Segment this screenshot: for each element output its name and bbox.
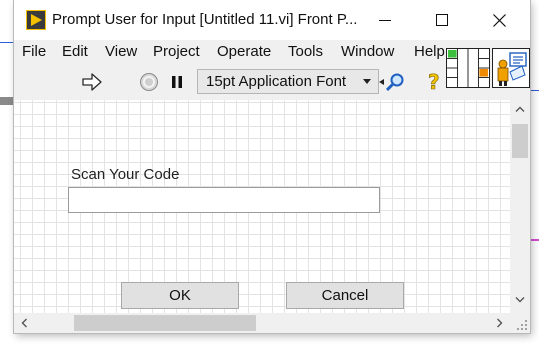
font-select-dropdown[interactable]: 15pt Application Font <box>197 69 379 94</box>
maximize-icon <box>436 14 448 26</box>
menu-help[interactable]: Help <box>414 43 446 60</box>
menu-view[interactable]: View <box>105 43 137 60</box>
ok-button[interactable]: OK <box>121 282 239 309</box>
abort-execution-icon[interactable] <box>139 72 159 92</box>
svg-text:?: ? <box>428 70 440 94</box>
scroll-up-button[interactable] <box>510 100 530 118</box>
background-line-fragment <box>530 90 539 91</box>
menu-window[interactable]: Window <box>341 43 394 60</box>
pause-icon[interactable] <box>169 74 185 90</box>
menu-operate[interactable]: Operate <box>217 43 271 60</box>
chevron-down-icon <box>363 79 371 84</box>
background-window-edge <box>0 42 14 43</box>
background-window-fragment <box>0 97 14 105</box>
vertical-scroll-thumb[interactable] <box>512 124 528 158</box>
title-bar[interactable]: Prompt User for Input [Untitled 11.vi] F… <box>14 0 530 40</box>
horizontal-scrollbar[interactable] <box>14 313 510 333</box>
vertical-scrollbar[interactable] <box>510 100 530 313</box>
minimize-icon <box>379 20 391 21</box>
menu-edit[interactable]: Edit <box>62 43 88 60</box>
background-wire-fragment <box>530 239 539 241</box>
vi-icon[interactable] <box>492 48 530 88</box>
menu-tools[interactable]: Tools <box>288 43 323 60</box>
close-button[interactable] <box>476 0 522 40</box>
close-icon <box>492 13 506 27</box>
maximize-button[interactable] <box>419 0 465 40</box>
labview-app-icon <box>26 10 46 30</box>
cancel-button[interactable]: Cancel <box>286 282 404 309</box>
menu-project[interactable]: Project <box>153 43 200 60</box>
scan-code-input[interactable] <box>68 187 380 213</box>
chevron-right-icon <box>497 318 503 328</box>
front-panel-window: Prompt User for Input [Untitled 11.vi] F… <box>14 0 530 333</box>
context-help-icon[interactable]: ? <box>422 69 444 95</box>
horizontal-scroll-thumb[interactable] <box>74 315 256 331</box>
scroll-left-button[interactable] <box>14 313 34 333</box>
chevron-down-icon <box>515 297 525 303</box>
window-title: Prompt User for Input [Untitled 11.vi] F… <box>52 11 358 28</box>
font-select-value: 15pt Application Font <box>206 73 347 90</box>
connector-pane-icon[interactable] <box>446 48 490 88</box>
resize-grip-icon <box>517 320 527 330</box>
menu-file[interactable]: File <box>22 43 46 60</box>
run-arrow-icon[interactable] <box>81 73 103 91</box>
minimize-button[interactable] <box>362 0 408 40</box>
resize-grip[interactable] <box>510 313 530 333</box>
scan-code-label: Scan Your Code <box>71 166 180 183</box>
scroll-down-button[interactable] <box>510 291 530 309</box>
scroll-right-button[interactable] <box>490 313 510 333</box>
align-search-icon[interactable] <box>378 70 410 94</box>
chevron-left-icon <box>21 318 27 328</box>
chevron-up-icon <box>515 106 525 112</box>
